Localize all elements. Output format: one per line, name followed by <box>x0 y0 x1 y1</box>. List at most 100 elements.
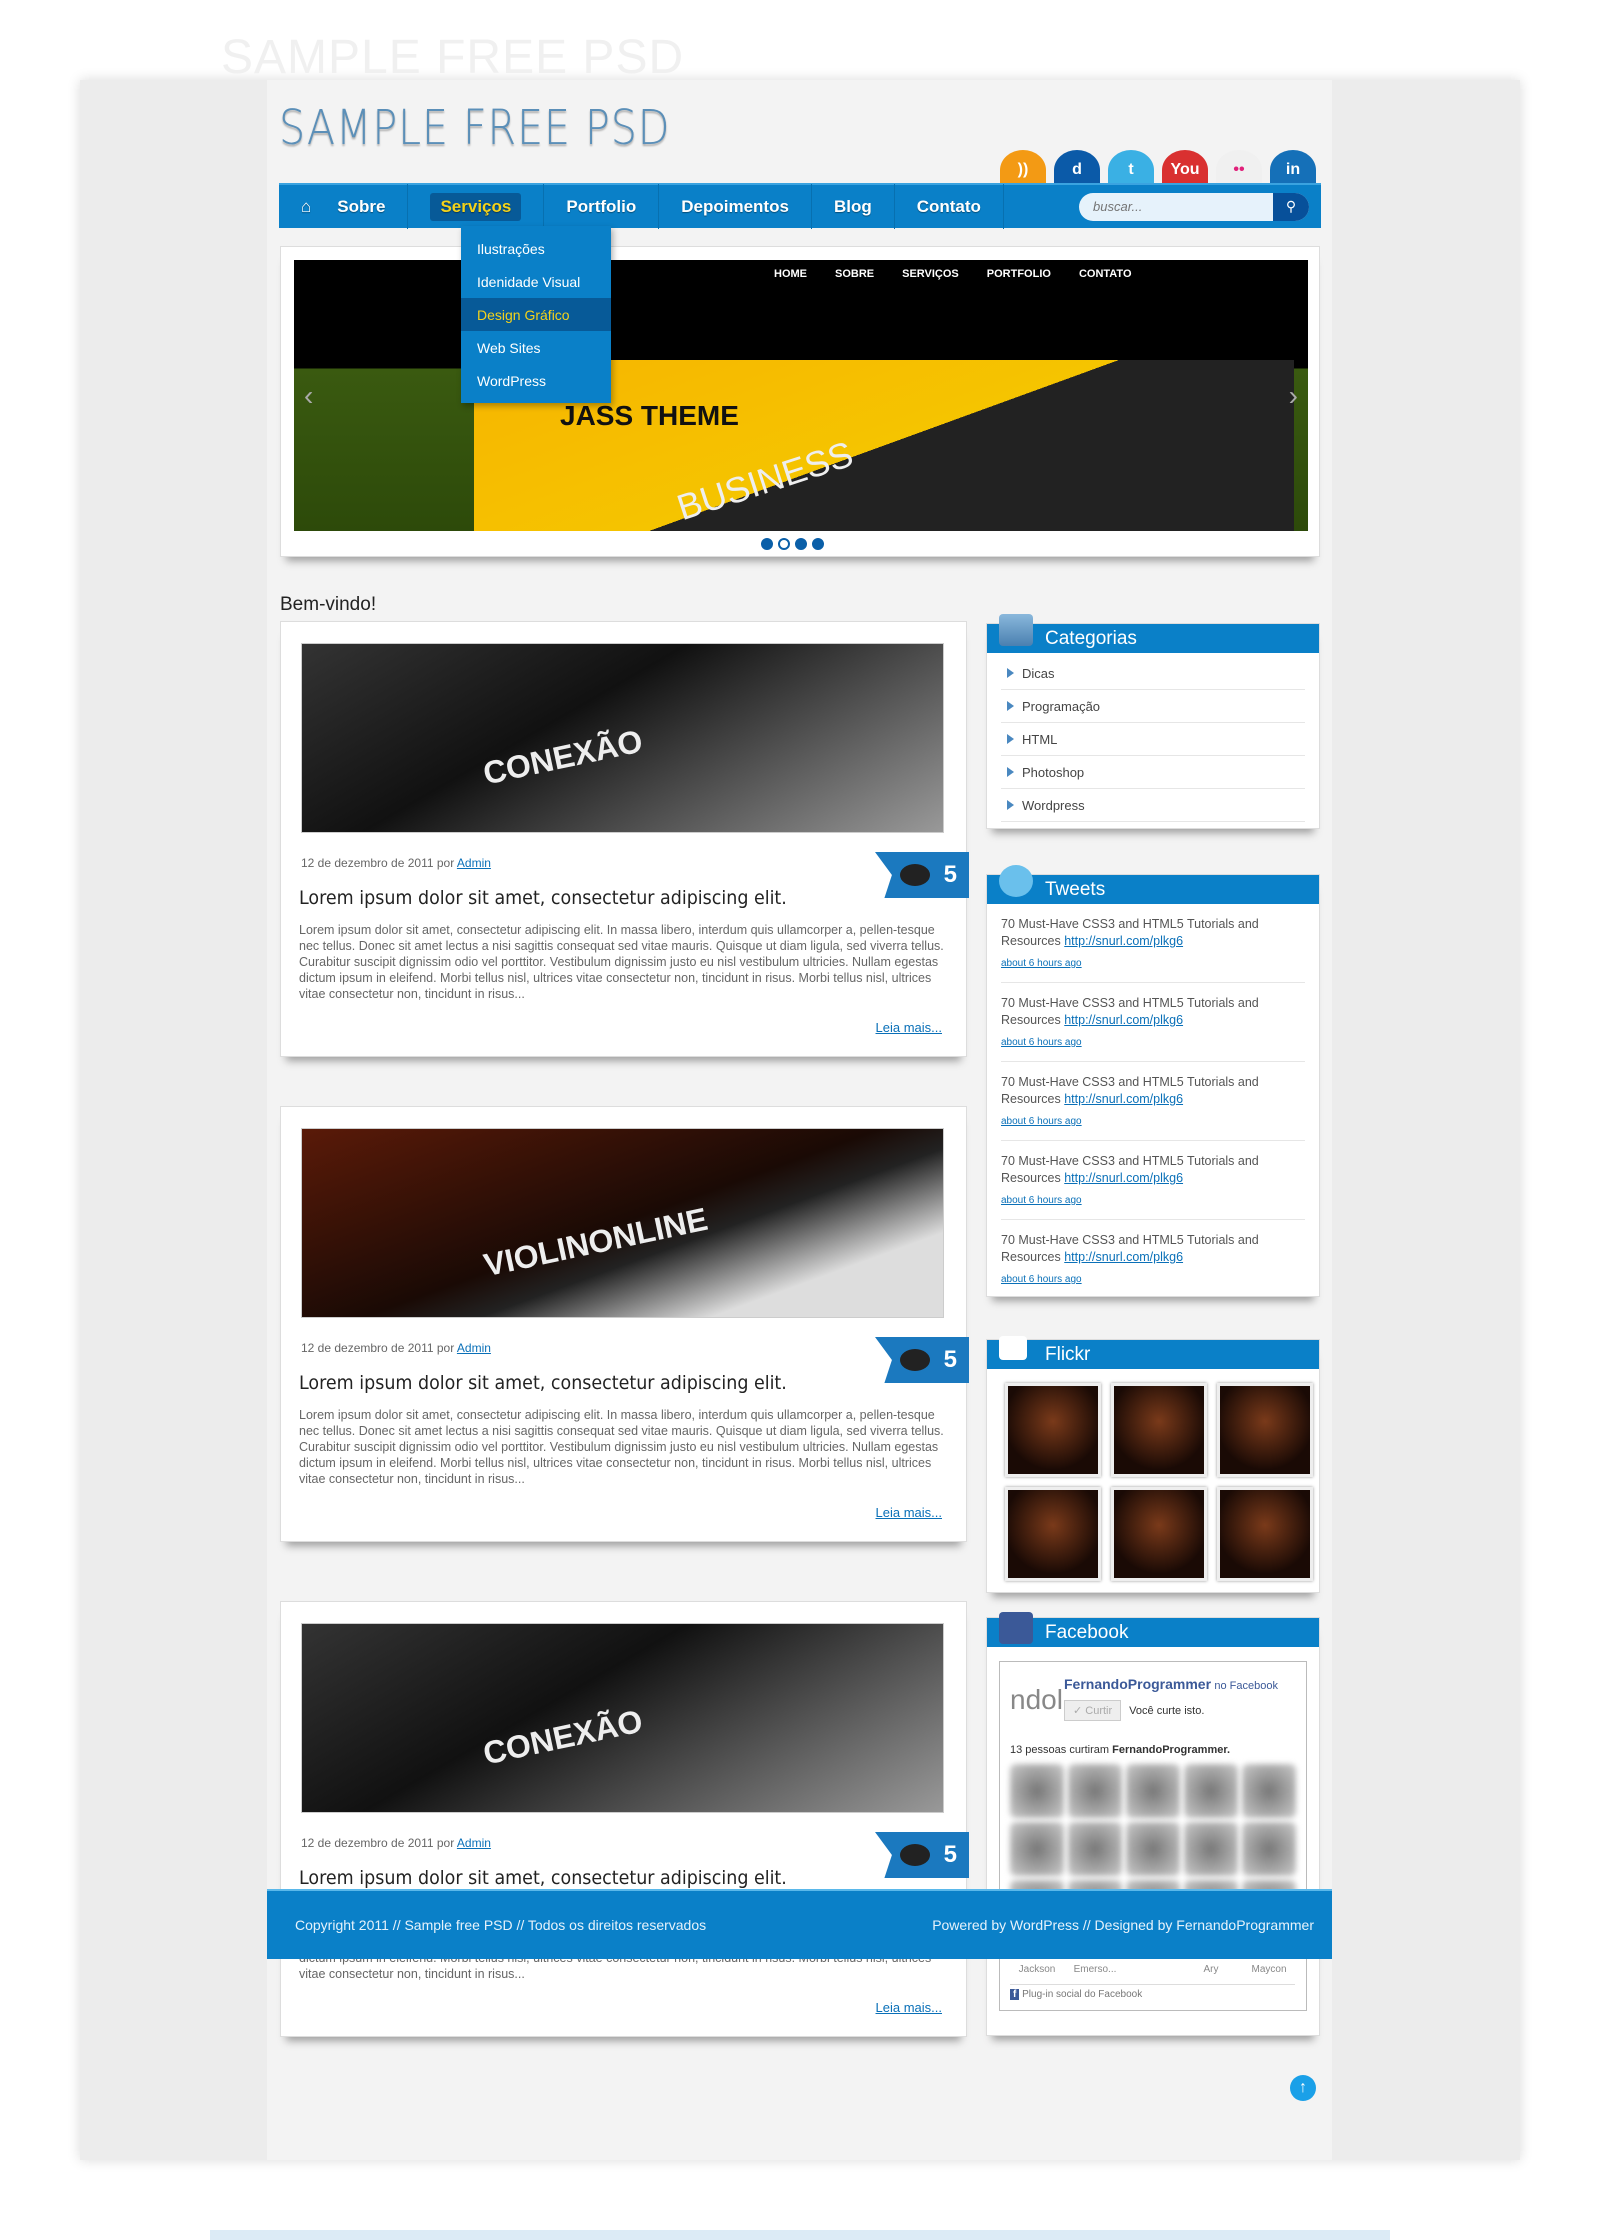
fan-avatar[interactable] <box>1068 1764 1122 1818</box>
bottom-strip <box>210 2230 1390 2240</box>
blog-post: CONEXÃO 12 de dezembro de 2011 por Admin 5… <box>280 621 969 1057</box>
blog-post: CONEXÃO 12 de dezembro de 2011 por Admin 5… <box>280 1601 969 2037</box>
slide-nav-text: SERVIÇOS <box>902 268 959 280</box>
author-link[interactable]: Admin <box>457 856 491 870</box>
category-link[interactable]: Programação <box>1001 690 1305 723</box>
fan-avatar[interactable] <box>1126 1822 1180 1876</box>
home-icon[interactable]: ⌂ <box>279 184 315 229</box>
post-image[interactable]: CONEXÃO <box>301 1623 944 1813</box>
categories-widget: Categorias Dicas Programação HTML Photoshop… <box>986 614 1320 829</box>
tweet-time[interactable]: about 6 hours ago <box>1001 1271 1305 1288</box>
nav-item[interactable]: Sobre <box>315 184 409 229</box>
flickr-photo[interactable] <box>1111 1383 1207 1477</box>
services-dropdown: Ilustrações Idenidade Visual Design Gráfic… <box>461 226 611 403</box>
category-link[interactable]: Dicas <box>1001 657 1305 690</box>
tweet-link[interactable]: http://snurl.com/plkg6 <box>1064 1250 1183 1264</box>
fan-avatar[interactable] <box>1126 1764 1180 1818</box>
slide-headline: BUSINESS <box>671 432 858 529</box>
tweet-time[interactable]: about 6 hours ago <box>1001 1034 1305 1051</box>
nav-item[interactable]: Portfolio <box>544 184 660 229</box>
facebook-small-icon: f <box>1010 1989 1020 2000</box>
post-meta: 12 de dezembro de 2011 por Admin <box>301 1836 491 1850</box>
comment-count-badge[interactable]: 5 <box>875 1337 969 1383</box>
slider-next-arrow[interactable]: › <box>1289 380 1298 412</box>
read-more-link[interactable]: Leia mais... <box>876 2000 942 2015</box>
nav-item[interactable]: Serviços <box>408 184 545 229</box>
fan-avatar[interactable] <box>1184 1764 1238 1818</box>
slider: HOME SOBRE SERVIÇOS PORTFOLIO CONTATO JASS T… <box>280 246 1320 557</box>
tweet-time[interactable]: about 6 hours ago <box>1001 955 1305 972</box>
dropdown-item[interactable]: Design Gráfico <box>461 298 611 331</box>
dropdown-item[interactable]: Web Sites <box>461 331 611 364</box>
fan-name: Ary <box>1203 1964 1219 1975</box>
fan-avatar[interactable] <box>1184 1822 1238 1876</box>
category-link[interactable]: Photoshop <box>1001 756 1305 789</box>
flickr-photo[interactable] <box>1111 1487 1207 1581</box>
author-link[interactable]: Admin <box>457 1836 491 1850</box>
site-logo[interactable]: SAMPLE FREE PSD <box>279 100 670 156</box>
fan-avatar[interactable] <box>1010 1764 1064 1818</box>
fan-name: Jackson <box>1018 1964 1056 1975</box>
post-image[interactable]: CONEXÃO <box>301 643 944 833</box>
like-button[interactable]: ✓ Curtir <box>1064 1700 1122 1721</box>
post-image[interactable]: VIOLINONLINE <box>301 1128 944 1318</box>
speech-bubble-icon <box>899 864 930 886</box>
back-to-top-button[interactable]: ↑ <box>1290 2075 1316 2101</box>
post-title[interactable]: Lorem ipsum dolor sit amet, consectetur … <box>299 1867 787 1889</box>
slider-dots <box>761 538 824 550</box>
flickr-widget: Flickr <box>986 1336 1320 1593</box>
category-link[interactable]: Wordpress <box>1001 789 1305 822</box>
flickr-photo[interactable] <box>1005 1487 1101 1581</box>
search-input[interactable] <box>1079 199 1273 214</box>
post-title[interactable]: Lorem ipsum dolor sit amet, consectetur … <box>299 887 787 909</box>
fan-avatar[interactable] <box>1010 1822 1064 1876</box>
comment-count-badge[interactable]: 5 <box>875 1832 969 1878</box>
dropdown-item[interactable]: WordPress <box>461 364 611 397</box>
nav-item[interactable]: Depoimentos <box>659 184 812 229</box>
read-more-link[interactable]: Leia mais... <box>876 1020 942 1035</box>
fan-name: Maycon <box>1251 1964 1287 1975</box>
tweets-widget: Tweets 70 Must-Have CSS3 and HTML5 Tutor… <box>986 865 1320 1297</box>
nav-item[interactable]: Contato <box>895 184 1004 229</box>
dropdown-item[interactable]: Idenidade Visual <box>461 265 611 298</box>
comment-count-badge[interactable]: 5 <box>875 852 969 898</box>
credits-text: Powered by WordPress // Designed by Fern… <box>932 1917 1314 1933</box>
post-excerpt: Lorem ipsum dolor sit amet, consectetur … <box>299 923 944 1001</box>
post-title[interactable]: Lorem ipsum dolor sit amet, consectetur … <box>299 1372 787 1394</box>
tweet: 70 Must-Have CSS3 and HTML5 Tutorials an… <box>1001 1062 1305 1141</box>
tweet-time[interactable]: about 6 hours ago <box>1001 1113 1305 1130</box>
flickr-photo[interactable] <box>1005 1383 1101 1477</box>
facebook-widget: Facebook ndol FernandoProgrammer no Face… <box>986 1612 1320 2036</box>
tweet-link[interactable]: http://snurl.com/plkg6 <box>1064 1013 1183 1027</box>
slider-dot[interactable] <box>812 538 824 550</box>
slider-dot[interactable] <box>761 538 773 550</box>
tweet-link[interactable]: http://snurl.com/plkg6 <box>1064 934 1183 948</box>
flickr-photo[interactable] <box>1217 1383 1313 1477</box>
briefcase-icon <box>999 614 1033 646</box>
fan-avatar[interactable] <box>1068 1822 1122 1876</box>
tweet: 70 Must-Have CSS3 and HTML5 Tutorials an… <box>1001 904 1305 983</box>
slider-dot[interactable] <box>795 538 807 550</box>
slider-prev-arrow[interactable]: ‹ <box>304 380 313 412</box>
tweet-time[interactable]: about 6 hours ago <box>1001 1192 1305 1209</box>
category-link[interactable]: HTML <box>1001 723 1305 756</box>
author-link[interactable]: Admin <box>457 1341 491 1355</box>
speech-bubble-icon <box>899 1844 930 1866</box>
dropdown-item[interactable]: Ilustrações <box>461 232 611 265</box>
slider-dot[interactable] <box>778 538 790 550</box>
blog-post: VIOLINONLINE 12 de dezembro de 2011 por A… <box>280 1106 969 1542</box>
facebook-icon <box>999 1612 1033 1644</box>
read-more-link[interactable]: Leia mais... <box>876 1505 942 1520</box>
widget-title: Facebook <box>1045 1621 1129 1643</box>
fb-page-link[interactable]: FernandoProgrammer <box>1064 1676 1211 1692</box>
tweet-link[interactable]: http://snurl.com/plkg6 <box>1064 1092 1183 1106</box>
fan-avatar[interactable] <box>1242 1822 1296 1876</box>
tweet: 70 Must-Have CSS3 and HTML5 Tutorials an… <box>1001 983 1305 1062</box>
flickr-icon <box>999 1336 1027 1360</box>
fan-avatar[interactable] <box>1242 1764 1296 1818</box>
search-button[interactable]: ⚲ <box>1273 192 1309 221</box>
nav-item[interactable]: Blog <box>812 184 895 229</box>
flickr-photo[interactable] <box>1217 1487 1313 1581</box>
tweet-link[interactable]: http://snurl.com/plkg6 <box>1064 1171 1183 1185</box>
widget-title: Flickr <box>1045 1343 1091 1365</box>
